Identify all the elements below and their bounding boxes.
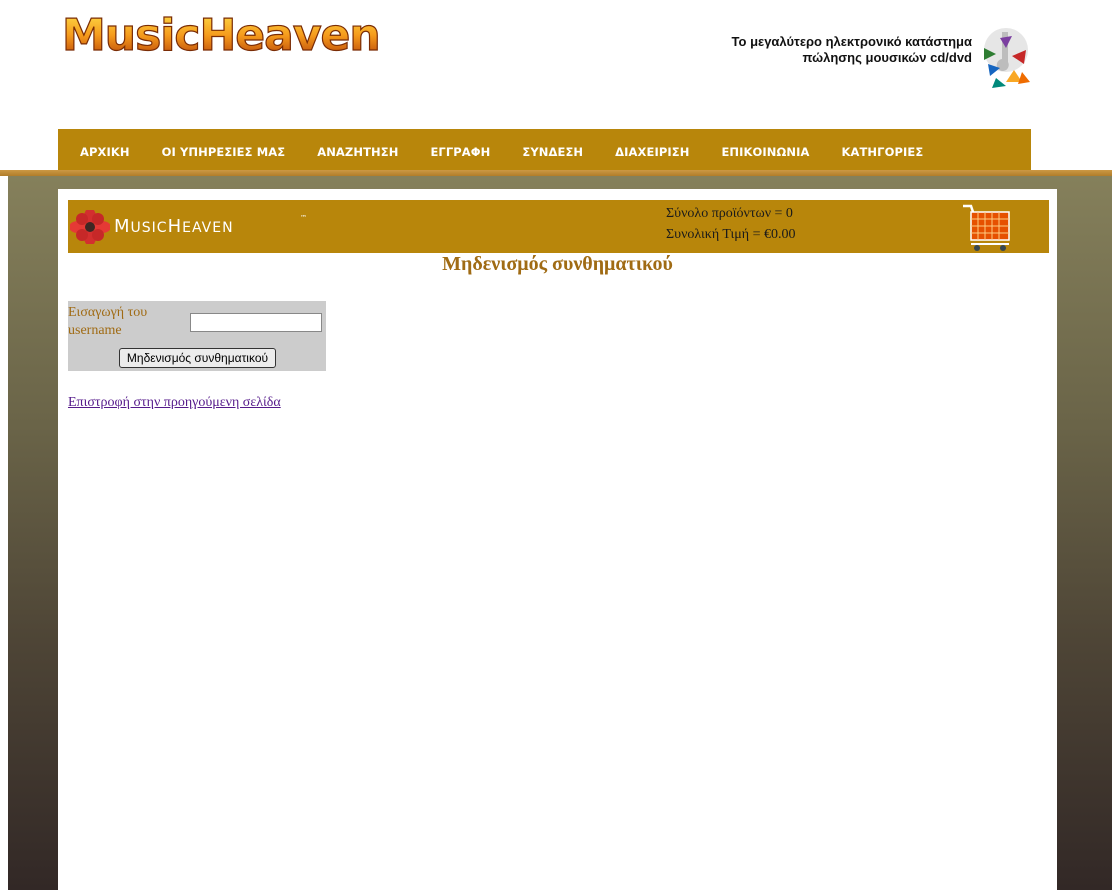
reset-password-form: Εισαγωγή του username Μηδενισμός συνθημα… (68, 301, 326, 371)
site-logo[interactable]: MusicHeaven (60, 6, 400, 62)
username-label: Εισαγωγή του username (68, 305, 148, 338)
tagline-line-1: Το μεγαλύτερο ηλεκτρονικό κατάστημα (731, 34, 972, 49)
username-input[interactable] (190, 313, 322, 332)
site-logo-text: MusicHeaven (62, 10, 380, 61)
main-nav: ΑΡΧΙΚΗ ΟΙ ΥΠΗΡΕΣΙΕΣ ΜΑΣ ΑΝΑΖΗΤΗΣΗ ΕΓΓΡΑΦ… (58, 129, 1031, 175)
shopping-cart-icon[interactable] (961, 202, 1013, 252)
nav-item-search[interactable]: ΑΝΑΖΗΤΗΣΗ (301, 145, 414, 159)
nav-item-categories[interactable]: ΚΑΤΗΓΟΡΙΕΣ (825, 145, 939, 159)
nav-item-contact[interactable]: ΕΠΙΚΟΙΝΩΝΙΑ (705, 145, 825, 159)
cart-totals: Σύνολο προϊόντων = 0 Συνολική Τιμή = €0.… (666, 203, 795, 245)
tagline-line-2: πώλησης μουσικών cd/dvd (802, 50, 972, 65)
tagline: Το μεγαλύτερο ηλεκτρονικό κατάστημα πώλη… (660, 34, 972, 66)
content-panel: MUSICHEAVEN ™ Σύνολο προϊόντων = 0 Συνολ… (58, 189, 1057, 890)
nav-item-admin[interactable]: ΔΙΑΧΕΙΡΙΣΗ (599, 145, 705, 159)
trademark-mark: ™ (300, 214, 307, 222)
back-link[interactable]: Επιστροφή στην προηγούμενη σελίδα (68, 395, 281, 411)
nav-item-login[interactable]: ΣΥΝΔΕΣΗ (506, 145, 599, 159)
nav-item-register[interactable]: ΕΓΓΡΑΦΗ (414, 145, 506, 159)
nav-item-services[interactable]: ΟΙ ΥΠΗΡΕΣΙΕΣ ΜΑΣ (146, 145, 302, 159)
page-title: Μηδενισμός συνθηματικού (442, 253, 673, 275)
music-note-icon (984, 28, 1030, 88)
flower-icon (69, 208, 111, 246)
cart-bar-logo-text: MUSICHEAVEN (114, 216, 234, 237)
cart-items-total: Σύνολο προϊόντων = 0 (666, 206, 793, 221)
cart-bar-logo: MUSICHEAVEN ™ (69, 208, 320, 246)
cart-price-total: Συνολική Τιμή = €0.00 (666, 227, 796, 242)
reset-password-button[interactable]: Μηδενισμός συνθηματικού (119, 348, 276, 368)
cart-bar: MUSICHEAVEN ™ Σύνολο προϊόντων = 0 Συνολ… (68, 200, 1049, 253)
nav-item-home[interactable]: ΑΡΧΙΚΗ (64, 145, 146, 159)
